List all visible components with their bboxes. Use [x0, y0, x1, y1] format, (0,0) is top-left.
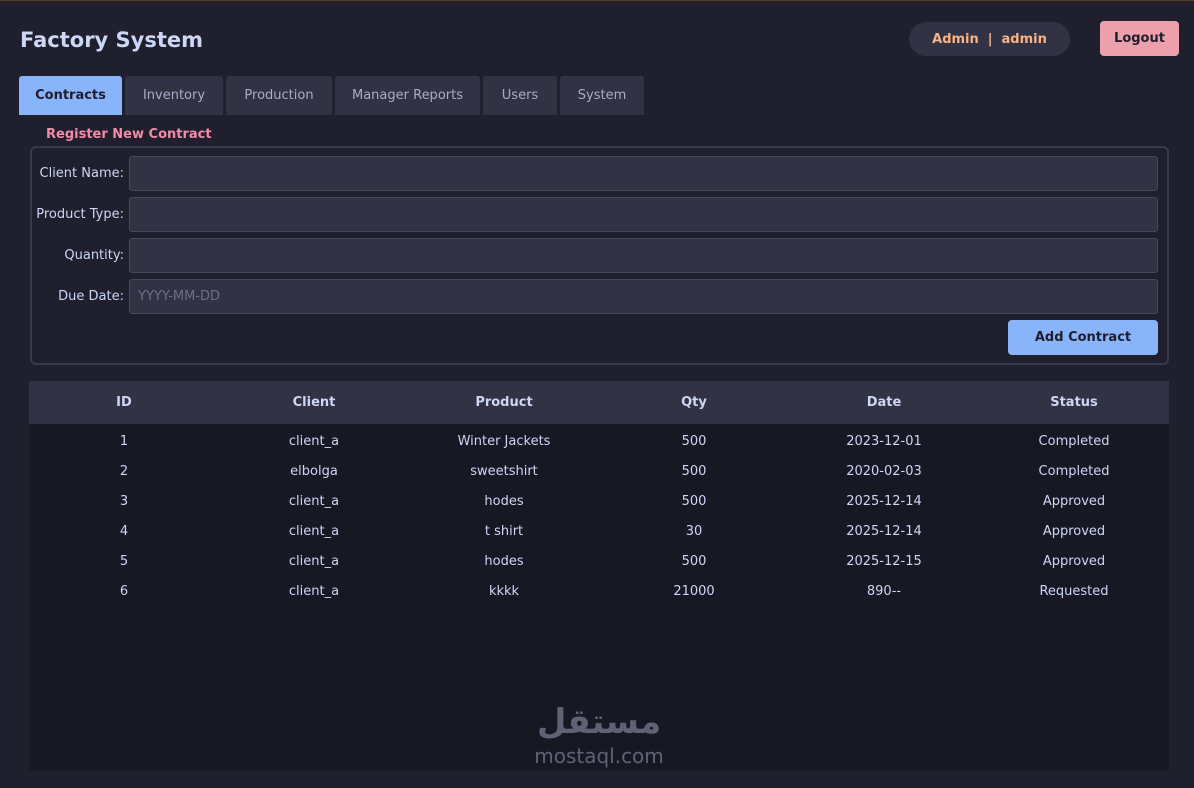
- cell-product: hodes: [484, 553, 524, 569]
- column-header-id[interactable]: ID: [29, 395, 219, 410]
- watermark-arabic: مستقل: [536, 702, 662, 742]
- cell-qty: 500: [681, 433, 707, 449]
- cell-qty: 30: [685, 523, 703, 539]
- user-badge: Admin | admin: [909, 22, 1070, 56]
- table-body: 1 client_a Winter Jackets 500 2023-12-01 Comp…: [29, 426, 1169, 606]
- due-date-input[interactable]: [129, 279, 1158, 314]
- column-header-client[interactable]: Client: [219, 395, 409, 410]
- product-type-label: Product Type:: [36, 207, 124, 222]
- tab-inventory[interactable]: Inventory: [125, 76, 223, 115]
- user-name: admin: [1001, 31, 1047, 47]
- table-row[interactable]: 6 client_a kkkk 21000 890-- Requested: [29, 576, 1169, 606]
- cell-date: 2025-12-14: [846, 523, 922, 539]
- cell-client: client_a: [288, 523, 340, 539]
- cell-status: Approved: [1042, 493, 1106, 509]
- mostaql-watermark: مستقل mostaql.com: [524, 700, 674, 772]
- column-header-qty[interactable]: Qty: [599, 395, 789, 410]
- cell-client: client_a: [288, 583, 340, 599]
- cell-status: Completed: [1038, 463, 1110, 479]
- table-row[interactable]: 3 client_a hodes 500 2025-12-14 Approved: [29, 486, 1169, 516]
- register-contract-title: Register New Contract: [46, 127, 212, 142]
- cell-product: kkkk: [488, 583, 520, 599]
- window-top-border: [0, 0, 1194, 1]
- cell-id: 4: [119, 523, 129, 539]
- user-separator: |: [987, 31, 993, 47]
- cell-date: 2025-12-15: [846, 553, 922, 569]
- quantity-input[interactable]: [129, 238, 1158, 273]
- user-role: Admin: [932, 31, 979, 47]
- cell-qty: 500: [681, 463, 707, 479]
- cell-status: Completed: [1038, 433, 1110, 449]
- tab-manager-reports[interactable]: Manager Reports: [335, 76, 480, 115]
- column-header-status[interactable]: Status: [979, 395, 1169, 410]
- tab-production[interactable]: Production: [226, 76, 332, 115]
- cell-date: 2020-02-03: [846, 463, 922, 479]
- cell-status: Requested: [1039, 583, 1109, 599]
- cell-status: Approved: [1042, 523, 1106, 539]
- app-title: Factory System: [20, 28, 204, 52]
- watermark-latin: mostaql.com: [534, 744, 664, 768]
- cell-product: sweetshirt: [470, 463, 538, 479]
- column-header-date[interactable]: Date: [789, 395, 979, 410]
- logout-button[interactable]: Logout: [1100, 21, 1179, 56]
- cell-status: Approved: [1042, 553, 1106, 569]
- table-header: ID Client Product Qty Date Status: [29, 381, 1169, 424]
- cell-date: 890--: [866, 583, 902, 599]
- table-row[interactable]: 5 client_a hodes 500 2025-12-15 Approved: [29, 546, 1169, 576]
- cell-client: client_a: [288, 553, 340, 569]
- cell-client: client_a: [288, 493, 340, 509]
- client-name-input[interactable]: [129, 156, 1158, 191]
- cell-id: 1: [119, 433, 129, 449]
- tab-system[interactable]: System: [560, 76, 644, 115]
- table-row[interactable]: 4 client_a t shirt 30 2025-12-14 Approved: [29, 516, 1169, 546]
- cell-product: t shirt: [484, 523, 524, 539]
- cell-qty: 500: [681, 553, 707, 569]
- quantity-label: Quantity:: [64, 248, 124, 263]
- cell-client: elbolga: [290, 463, 338, 479]
- cell-qty: 500: [681, 493, 707, 509]
- table-row[interactable]: 2 elbolga sweetshirt 500 2020-02-03 Completed: [29, 456, 1169, 486]
- cell-id: 3: [119, 493, 129, 509]
- due-date-label: Due Date:: [58, 289, 124, 304]
- cell-product: Winter Jackets: [457, 433, 551, 449]
- cell-id: 5: [119, 553, 129, 569]
- add-contract-button[interactable]: Add Contract: [1008, 320, 1158, 355]
- column-header-product[interactable]: Product: [409, 395, 599, 410]
- cell-id: 6: [119, 583, 129, 599]
- client-name-label: Client Name:: [39, 166, 125, 181]
- tab-users[interactable]: Users: [483, 76, 557, 115]
- tab-bar: Contracts Inventory Production Manager R…: [19, 76, 647, 115]
- table-row[interactable]: 1 client_a Winter Jackets 500 2023-12-01 Comp…: [29, 426, 1169, 456]
- cell-date: 2023-12-01: [846, 433, 922, 449]
- cell-date: 2025-12-14: [846, 493, 922, 509]
- cell-id: 2: [119, 463, 129, 479]
- cell-client: client_a: [288, 433, 340, 449]
- cell-qty: 21000: [673, 583, 715, 599]
- product-type-input[interactable]: [129, 197, 1158, 232]
- tab-contracts[interactable]: Contracts: [19, 76, 122, 115]
- cell-product: hodes: [484, 493, 524, 509]
